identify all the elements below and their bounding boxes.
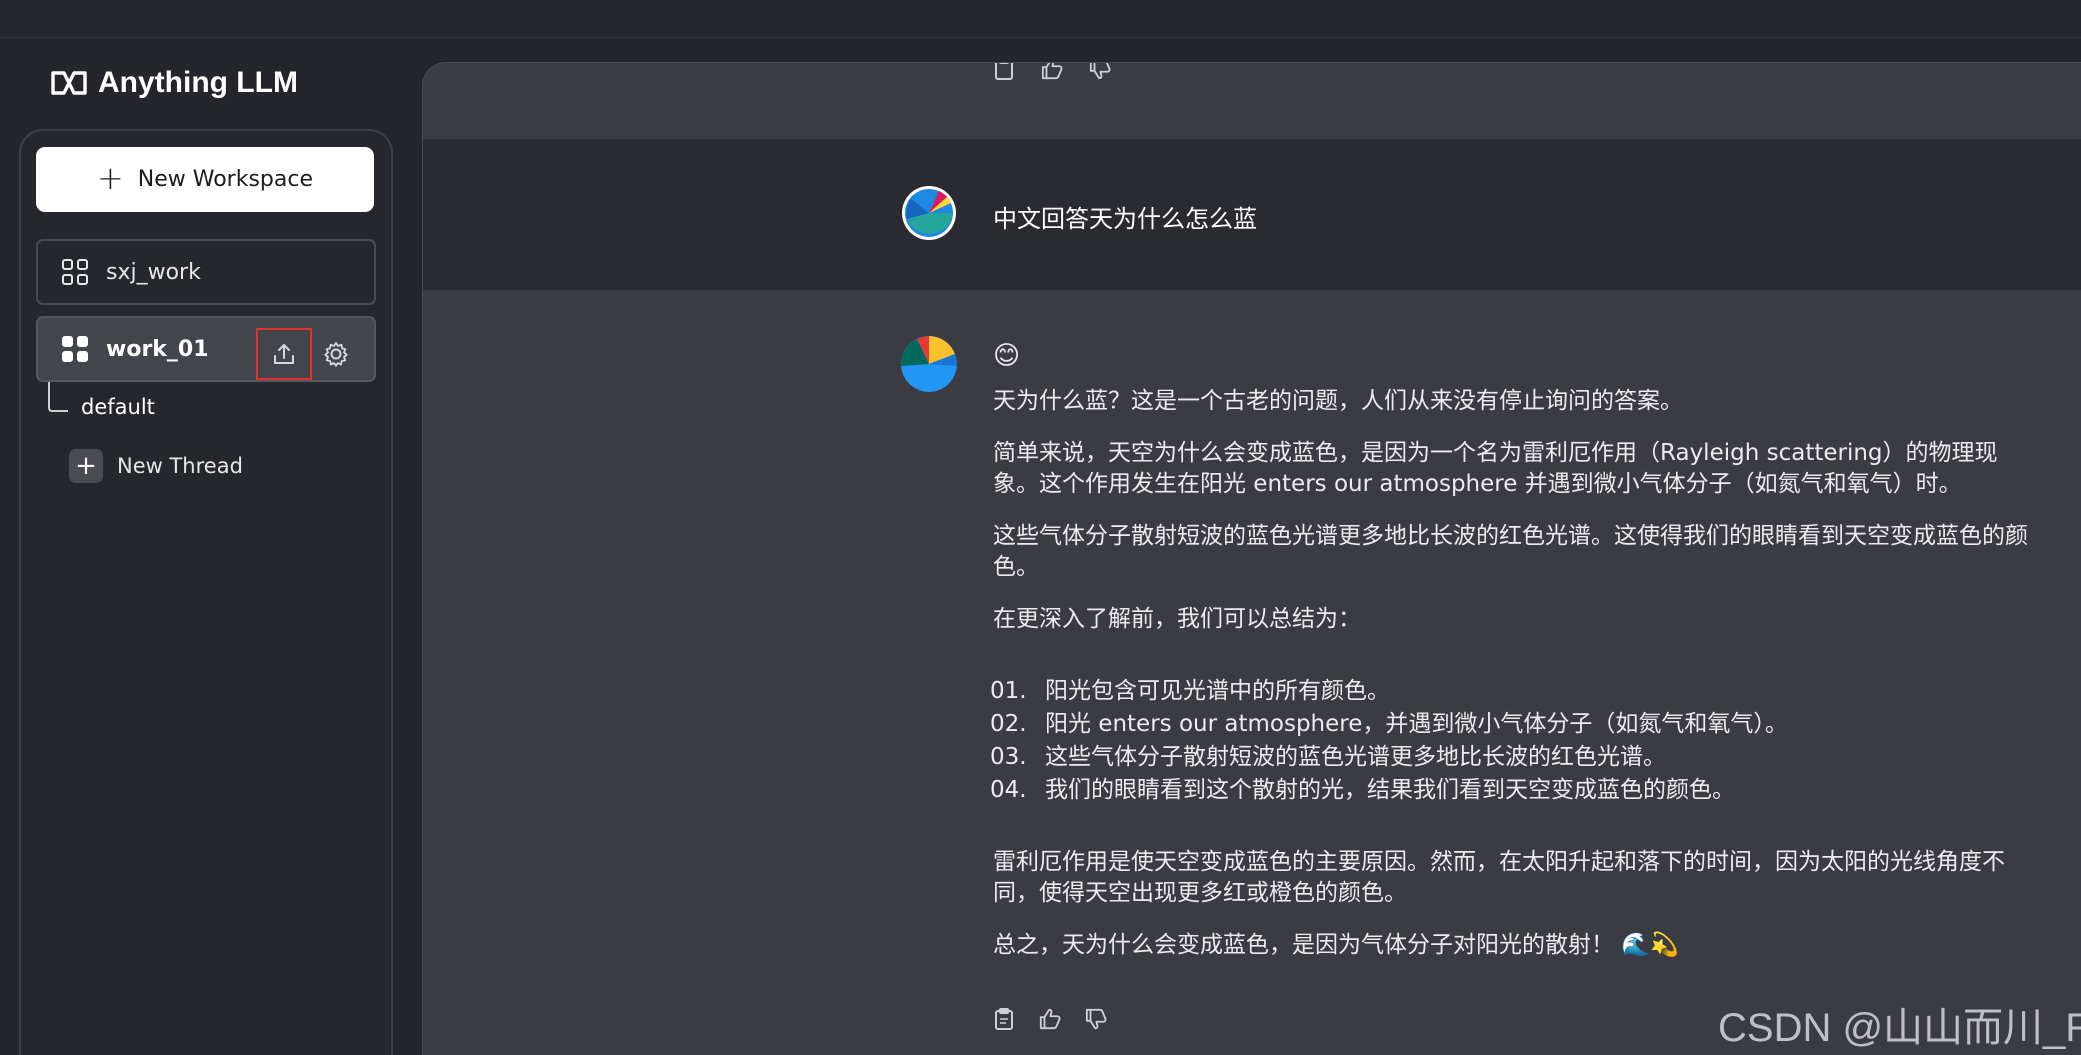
new-thread-label: New Thread: [117, 454, 243, 478]
user-avatar: [901, 185, 957, 241]
upload-icon: [274, 344, 294, 364]
workspace-name: sxj_work: [106, 259, 201, 285]
thumbs-down-button[interactable]: [1085, 1007, 1107, 1031]
list-text: 阳光包含可见光谱中的所有颜色。: [1045, 678, 1390, 704]
list-item: 01. 阳光包含可见光谱中的所有颜色。: [990, 675, 2033, 708]
app-logo-text: Anything LLM: [98, 66, 298, 99]
workspace-item-work-01[interactable]: work_01: [36, 316, 376, 382]
upload-button[interactable]: [256, 328, 312, 380]
anything-llm-logo-icon: [51, 71, 87, 95]
new-thread-button[interactable]: + New Thread: [69, 449, 243, 483]
new-workspace-label: New Workspace: [137, 167, 314, 192]
list-number: 03.: [990, 744, 1027, 770]
list-text: 这些气体分子散射短波的蓝色光谱更多地比长波的红色光谱。: [1045, 744, 1666, 770]
app-logo: Anything LLM: [50, 66, 298, 100]
new-workspace-button[interactable]: + New Workspace: [36, 147, 374, 212]
previous-message-actions: [993, 63, 1111, 81]
list-text: 我们的眼睛看到这个散射的光，结果我们看到天空变成蓝色的颜色。: [1045, 777, 1735, 803]
thumbs-up-button[interactable]: [1039, 1007, 1061, 1031]
copy-button[interactable]: [993, 63, 1015, 81]
list-number: 02.: [990, 711, 1027, 737]
thumbs-down-icon: [1089, 63, 1111, 80]
sidebar: + New Workspace sxj_work work_01 default…: [19, 129, 393, 1055]
list-item: 04. 我们的眼睛看到这个散射的光，结果我们看到天空变成蓝色的颜色。: [990, 774, 2033, 807]
summary-list: 01. 阳光包含可见光谱中的所有颜色。 02. 阳光 enters our atmo…: [990, 675, 2033, 807]
workspace-grid-icon: [62, 336, 88, 362]
workspace-settings-button[interactable]: [316, 332, 356, 376]
gear-icon: [324, 342, 348, 367]
plus-icon: +: [96, 159, 124, 197]
plus-icon: +: [69, 449, 103, 483]
watermark: CSDN @山山而川_R: [1718, 1006, 2081, 1050]
window-top-bar: [0, 0, 2081, 38]
user-message-text: 中文回答天为什么怎么蓝: [993, 205, 1257, 233]
assistant-message-actions: [993, 1007, 1107, 1031]
list-text: 阳光 enters our atmosphere，并遇到微小气体分子（如氮气和氧…: [1045, 711, 1788, 737]
assistant-paragraph: 总之，天为什么会变成蓝色，是因为气体分子对阳光的散射！ 🌊💫: [993, 932, 1679, 958]
thumbs-up-icon: [1039, 1008, 1061, 1030]
assistant-emoji: 😊: [993, 341, 1021, 371]
list-item: 03. 这些气体分子散射短波的蓝色光谱更多地比长波的红色光谱。: [990, 741, 2033, 774]
clipboard-icon: [995, 63, 1013, 80]
thumbs-down-icon: [1085, 1008, 1107, 1030]
thumbs-up-icon: [1041, 63, 1063, 80]
user-message-row: 中文回答天为什么怎么蓝: [423, 139, 2081, 290]
assistant-paragraph: 在更深入了解前，我们可以总结为：: [993, 606, 1361, 632]
assistant-message: 😊 天为什么蓝？这是一个古老的问题，人们从来没有停止询问的答案。 简单来说，天空…: [990, 341, 2033, 982]
assistant-paragraph: 天为什么蓝？这是一个古老的问题，人们从来没有停止询问的答案。: [993, 388, 1683, 414]
chat-panel: 中文回答天为什么怎么蓝 😊 天为什么蓝？这是一个古老的问题，人们从来没有停止询问…: [422, 62, 2081, 1055]
list-number: 01.: [990, 678, 1027, 704]
thumbs-up-button[interactable]: [1041, 63, 1063, 81]
workspace-grid-icon: [62, 259, 88, 285]
copy-button[interactable]: [993, 1007, 1015, 1031]
list-item: 02. 阳光 enters our atmosphere，并遇到微小气体分子（如氮…: [990, 708, 2033, 741]
assistant-avatar: [901, 336, 957, 392]
clipboard-icon: [995, 1008, 1013, 1030]
thread-connector: [48, 382, 68, 412]
thread-item-default[interactable]: default: [81, 395, 155, 419]
assistant-paragraph: 雷利厄作用是使天空变成蓝色的主要原因。然而，在太阳升起和落下的时间，因为太阳的光…: [993, 849, 2005, 906]
assistant-paragraph: 简单来说，天空为什么会变成蓝色，是因为一个名为雷利厄作用（Rayleigh sc…: [993, 440, 1998, 497]
workspace-name: work_01: [106, 336, 209, 362]
thumbs-down-button[interactable]: [1089, 63, 1111, 81]
workspace-item-sxj-work[interactable]: sxj_work: [36, 239, 376, 305]
assistant-paragraph: 这些气体分子散射短波的蓝色光谱更多地比长波的红色光谱。这使得我们的眼睛看到天空变…: [993, 523, 2028, 580]
list-number: 04.: [990, 777, 1027, 803]
